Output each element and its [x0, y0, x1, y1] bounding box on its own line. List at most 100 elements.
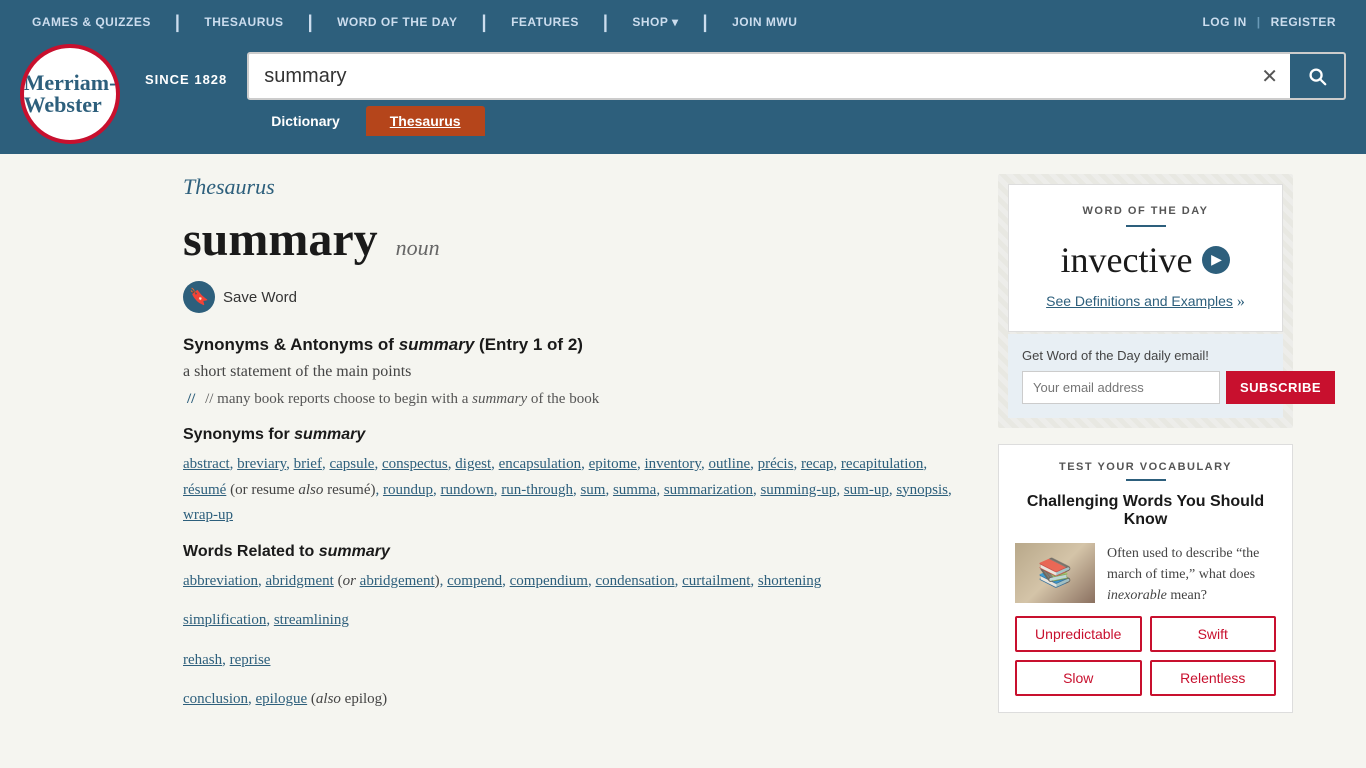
- vocab-choice-slow[interactable]: Slow: [1015, 660, 1142, 696]
- synonyms-heading: Synonyms for summary: [183, 426, 968, 444]
- nav-games-quizzes[interactable]: GAMES & QUIZZES: [20, 15, 163, 29]
- synonyms-section-title: Synonyms & Antonyms of summary (Entry 1 …: [183, 335, 968, 355]
- nav-join-mwu[interactable]: JOIN MWU: [720, 15, 809, 29]
- related-list-1: abbreviation, abridgment (or abridgement…: [183, 569, 968, 595]
- synonyms-heading-prefix: Synonyms for: [183, 426, 290, 443]
- tab-dictionary[interactable]: Dictionary: [247, 106, 363, 136]
- syn-sum[interactable]: sum: [580, 482, 605, 498]
- site-header: Merriam-Webster SINCE 1828 ✕ Dictionary …: [0, 44, 1366, 154]
- syn-abstract[interactable]: abstract: [183, 456, 230, 472]
- syn-summarization[interactable]: summarization: [664, 482, 753, 498]
- rel-curtailment[interactable]: curtailment: [682, 573, 750, 589]
- rel-reprise[interactable]: reprise: [230, 652, 271, 668]
- rel-conclusion[interactable]: conclusion: [183, 691, 248, 707]
- rel-rehash[interactable]: rehash: [183, 652, 222, 668]
- nav-features[interactable]: FEATURES: [499, 15, 591, 29]
- vocab-choice-relentless[interactable]: Relentless: [1150, 660, 1277, 696]
- vocab-desc-prefix: Often used to describe “the march of tim…: [1107, 546, 1259, 582]
- nav-divider-5: |: [691, 12, 721, 33]
- rel-compend[interactable]: compend: [447, 573, 502, 589]
- rel-epilogue[interactable]: epilogue: [256, 691, 308, 707]
- rel-abridgment[interactable]: abridgment: [265, 573, 333, 589]
- wotd-word: invective ▶: [1029, 239, 1262, 281]
- rel-abridgement[interactable]: abridgement: [360, 573, 435, 589]
- syn-run-through[interactable]: run-through: [501, 482, 573, 498]
- syn-summing-up[interactable]: summing-up: [760, 482, 836, 498]
- top-nav-links: GAMES & QUIZZES | THESAURUS | WORD OF TH…: [20, 12, 809, 33]
- syn-summa[interactable]: summa: [613, 482, 656, 498]
- syn-wrap-up[interactable]: wrap-up: [183, 507, 233, 523]
- word-heading: summary noun: [183, 212, 968, 267]
- subscribe-button[interactable]: SUBSCRIBE: [1226, 371, 1335, 404]
- syn-resume[interactable]: résumé: [183, 482, 226, 498]
- search-submit-button[interactable]: [1290, 54, 1344, 98]
- rel-simplification[interactable]: simplification: [183, 612, 266, 628]
- vocab-choice-swift[interactable]: Swift: [1150, 616, 1277, 652]
- vocab-divider: [1126, 479, 1166, 481]
- sound-symbol: ▶: [1211, 252, 1222, 269]
- syn-roundup[interactable]: roundup: [383, 482, 433, 498]
- vocab-desc-suffix: mean?: [1170, 588, 1207, 603]
- syn-epitome[interactable]: epitome: [589, 456, 637, 472]
- email-input[interactable]: [1022, 371, 1220, 404]
- nav-thesaurus[interactable]: THESAURUS: [192, 15, 295, 29]
- rel-shortening[interactable]: shortening: [758, 573, 821, 589]
- main-layout: Thesaurus summary noun 🔖 Save Word Synon…: [53, 154, 1313, 747]
- vocab-heading: TEST YOUR VOCABULARY: [1015, 461, 1276, 473]
- vocab-image: 📚: [1015, 543, 1095, 603]
- syn-precis[interactable]: précis: [758, 456, 794, 472]
- nav-log-in[interactable]: LOG IN: [1192, 15, 1256, 29]
- syn-conspectus[interactable]: conspectus: [382, 456, 448, 472]
- syn-breviary[interactable]: breviary: [237, 456, 286, 472]
- related-heading-prefix: Words Related to: [183, 543, 314, 560]
- rel-streamlining[interactable]: streamlining: [274, 612, 349, 628]
- tab-thesaurus[interactable]: Thesaurus: [366, 106, 485, 136]
- site-logo[interactable]: Merriam-Webster: [20, 44, 120, 144]
- vocab-description: Often used to describe “the march of tim…: [1107, 543, 1276, 606]
- wotd-word-text: invective: [1061, 239, 1193, 281]
- save-word-row: 🔖 Save Word: [183, 281, 968, 313]
- email-row: SUBSCRIBE: [1022, 371, 1269, 404]
- nav-register[interactable]: REGISTER: [1261, 15, 1346, 29]
- syn-recapitulation[interactable]: recapitulation: [841, 456, 923, 472]
- main-content: Thesaurus summary noun 🔖 Save Word Synon…: [183, 174, 968, 727]
- top-navigation: GAMES & QUIZZES | THESAURUS | WORD OF TH…: [0, 0, 1366, 44]
- wotd-link[interactable]: See Definitions and Examples »: [1029, 293, 1262, 311]
- pos-label: noun: [396, 235, 440, 261]
- rel-compendium[interactable]: compendium: [510, 573, 588, 589]
- vocab-section: TEST YOUR VOCABULARY Challenging Words Y…: [998, 444, 1293, 713]
- definition-text: a short statement of the main points: [183, 363, 968, 381]
- syn-rundown[interactable]: rundown: [440, 482, 493, 498]
- vocab-choice-unpredictable[interactable]: Unpredictable: [1015, 616, 1142, 652]
- wotd-label: WORD OF THE DAY: [1029, 205, 1262, 217]
- search-bar-container: ✕: [247, 52, 1346, 100]
- email-section: Get Word of the Day daily email! SUBSCRI…: [1008, 334, 1283, 418]
- search-input[interactable]: [249, 65, 1249, 88]
- sound-icon[interactable]: ▶: [1202, 246, 1230, 274]
- syn-encapsulation[interactable]: encapsulation: [499, 456, 581, 472]
- search-clear-button[interactable]: ✕: [1249, 64, 1290, 89]
- syn-outline[interactable]: outline: [708, 456, 750, 472]
- syn-resume-note: (or resume also resumé): [230, 482, 375, 498]
- syn-recap[interactable]: recap: [801, 456, 833, 472]
- save-word-text[interactable]: Save Word: [223, 289, 297, 306]
- syn-brief[interactable]: brief: [294, 456, 322, 472]
- search-area: ✕ Dictionary Thesaurus: [247, 52, 1346, 136]
- wotd-divider: [1126, 225, 1166, 227]
- thesaurus-section-label: Thesaurus: [183, 174, 968, 200]
- syn-digest[interactable]: digest: [455, 456, 491, 472]
- bookmark-icon[interactable]: 🔖: [183, 281, 215, 313]
- vocab-title: Challenging Words You Should Know: [1015, 493, 1276, 529]
- section-title-info: (Entry 1 of 2): [479, 335, 583, 354]
- rel-condensation[interactable]: condensation: [595, 573, 674, 589]
- syn-inventory[interactable]: inventory: [644, 456, 701, 472]
- syn-capsule[interactable]: capsule: [329, 456, 374, 472]
- sidebar: WORD OF THE DAY invective ▶ See Definiti…: [998, 174, 1293, 727]
- nav-word-of-day[interactable]: WORD OF THE DAY: [325, 15, 469, 29]
- logo-text-mw: Merriam-Webster: [24, 72, 117, 116]
- rel-abbreviation[interactable]: abbreviation: [183, 573, 258, 589]
- syn-sum-up[interactable]: sum-up: [844, 482, 889, 498]
- syn-synopsis[interactable]: synopsis: [896, 482, 948, 498]
- vocab-image-row: 📚 Often used to describe “the march of t…: [1015, 543, 1276, 606]
- nav-shop[interactable]: SHOP ▾: [620, 15, 690, 29]
